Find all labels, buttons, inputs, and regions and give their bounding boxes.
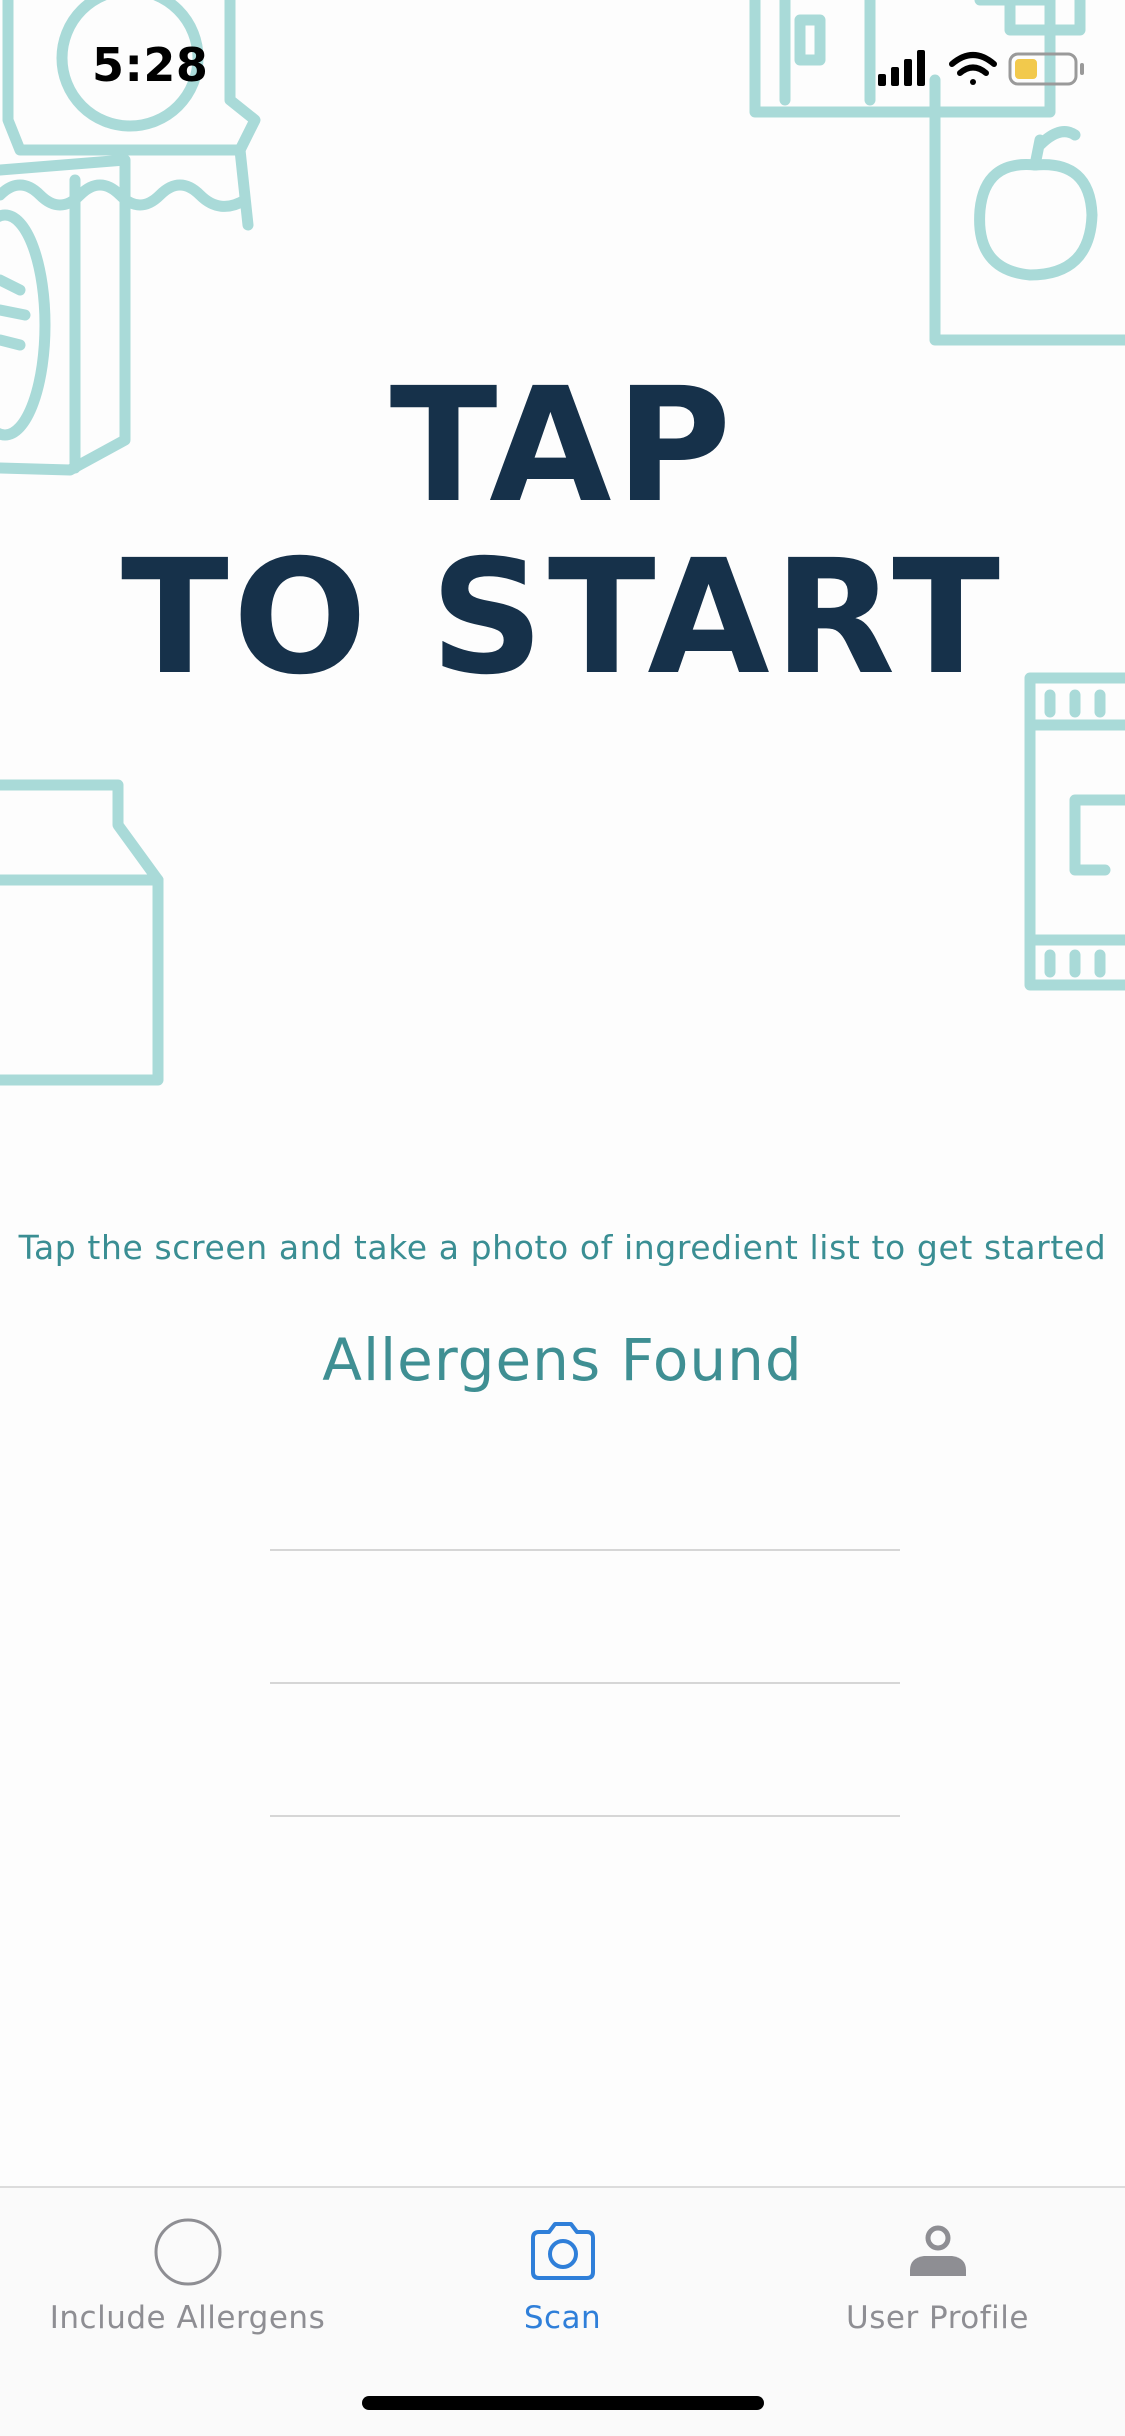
status-time: 5:28 bbox=[92, 38, 209, 92]
cellular-signal-icon bbox=[878, 50, 925, 86]
tab-label: User Profile bbox=[846, 2300, 1029, 2336]
film-box-illustration-right bbox=[1024, 672, 1125, 991]
allergen-row bbox=[270, 1418, 900, 1551]
allergen-row bbox=[270, 1551, 900, 1684]
carton-illustration-left bbox=[0, 779, 164, 1086]
status-bar: 5:28 bbox=[0, 0, 1125, 140]
circle-icon bbox=[154, 2218, 221, 2286]
scan-screen[interactable]: 5:28 TAP TO START Tap the screen and tak… bbox=[0, 0, 1125, 2436]
headline-line-2: TO START bbox=[120, 526, 1005, 710]
battery-icon bbox=[1008, 52, 1084, 86]
home-indicator[interactable] bbox=[362, 2396, 764, 2410]
wifi-icon bbox=[949, 52, 997, 85]
tab-label: Scan bbox=[523, 2300, 602, 2336]
allergens-found-title: Allergens Found bbox=[322, 1326, 803, 1394]
headline-line-1: TAP bbox=[389, 354, 736, 538]
tab-include-allergens[interactable]: Include Allergens bbox=[0, 2188, 375, 2358]
tab-scan[interactable]: Scan bbox=[375, 2188, 750, 2358]
tab-label: Include Allergens bbox=[49, 2300, 326, 2336]
person-icon bbox=[909, 2225, 966, 2276]
apple-illustration bbox=[974, 126, 1098, 281]
allergen-row bbox=[270, 1684, 900, 1817]
instruction-text: Tap the screen and take a photo of ingre… bbox=[18, 1228, 1107, 1267]
camera-icon bbox=[530, 2222, 595, 2280]
tab-user-profile[interactable]: User Profile bbox=[750, 2188, 1125, 2358]
allergen-list bbox=[270, 1418, 900, 1817]
tap-to-start-headline[interactable]: TAP TO START bbox=[0, 360, 1125, 704]
status-indicators bbox=[878, 50, 1084, 86]
